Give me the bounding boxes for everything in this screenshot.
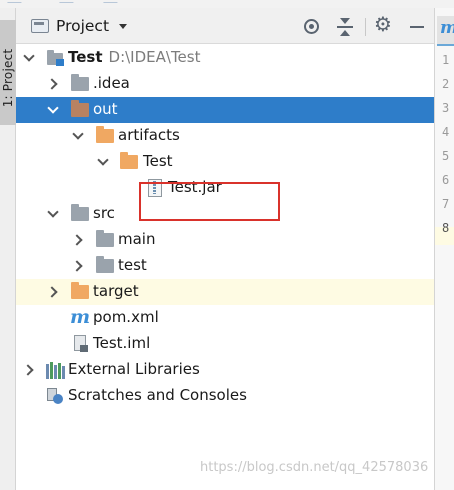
annotation-highlight-box (139, 182, 280, 221)
chevron-down-icon[interactable] (119, 24, 127, 29)
library-icon (46, 362, 66, 379)
chevron-right-icon[interactable] (21, 363, 35, 377)
tree-label-target: target (93, 282, 139, 300)
collapse-icon (337, 26, 353, 28)
tree-label-main: main (118, 230, 156, 248)
project-tool-tab-label: 1: Project (1, 48, 15, 108)
excluded-folder-icon (71, 100, 89, 117)
chevron-down-icon[interactable] (70, 129, 84, 143)
project-folder-icon (31, 19, 49, 33)
folder-icon (96, 230, 114, 247)
scratches-icon (44, 386, 64, 406)
tree-label-iml: Test.iml (93, 334, 151, 352)
chevron-right-icon[interactable] (45, 285, 59, 299)
chevron-right-icon[interactable] (70, 259, 84, 273)
line-number: 8 (442, 221, 450, 235)
gear-icon: ⚙ (374, 12, 392, 36)
breadcrumb-separator (103, 0, 119, 3)
excluded-folder-icon (71, 282, 89, 299)
module-icon (47, 50, 65, 66)
tree-row-external-libraries[interactable]: External Libraries (16, 357, 434, 383)
collapse-all-button[interactable] (335, 17, 355, 37)
tree-row-artifact-test[interactable]: Test (16, 149, 434, 175)
breadcrumb-separator (7, 0, 23, 3)
tree-label-pom: pom.xml (93, 308, 159, 326)
project-panel: Project ⚙ Test D:\IDEA\Test .idea out ar… (16, 8, 434, 490)
maven-icon: m (70, 306, 91, 328)
excluded-folder-icon (96, 126, 114, 143)
tree-label-idea: .idea (93, 74, 130, 92)
locate-file-button[interactable] (302, 17, 322, 37)
maven-icon: m (440, 18, 454, 38)
tree-row-artifacts[interactable]: artifacts (16, 123, 434, 149)
tree-label-test: test (118, 256, 147, 274)
chevron-down-icon[interactable] (45, 103, 59, 117)
project-tool-tab[interactable]: 1: Project (0, 20, 16, 125)
tree-label-src: src (93, 204, 115, 222)
chevron-right-icon[interactable] (45, 77, 59, 91)
tree-label-artifacts: artifacts (118, 126, 180, 144)
breadcrumb-separator (59, 0, 75, 3)
tree-row-iml[interactable]: Test.iml (16, 331, 434, 357)
project-view-title[interactable]: Project (56, 17, 109, 35)
line-number: 4 (442, 125, 450, 139)
tree-row-out[interactable]: out (16, 97, 434, 123)
iml-file-icon (74, 335, 89, 353)
tree-row-scratches[interactable]: Scratches and Consoles (16, 383, 434, 409)
root-name: Test (68, 48, 103, 66)
line-number: 6 (442, 173, 450, 187)
watermark: https://blog.csdn.net/qq_42578036 (200, 460, 429, 475)
tree-row-root[interactable]: Test D:\IDEA\Test (16, 45, 434, 71)
left-tool-strip: 1: Project (0, 8, 16, 490)
editor-gutter: m 1 2 3 4 5 6 7 8 (434, 8, 454, 490)
settings-button[interactable]: ⚙ (374, 12, 394, 37)
tree-label-external-libraries: External Libraries (68, 360, 200, 378)
hide-panel-button[interactable] (407, 17, 427, 37)
excluded-folder-icon (120, 152, 138, 169)
chevron-down-icon[interactable] (95, 155, 109, 169)
folder-icon (71, 204, 89, 221)
header-divider (365, 18, 366, 36)
chevron-down-icon[interactable] (21, 51, 35, 65)
line-number: 1 (442, 53, 450, 67)
line-number: 2 (442, 77, 450, 91)
top-strip (0, 0, 454, 8)
tree-row-target[interactable]: target (16, 279, 434, 305)
tree-row-main[interactable]: main (16, 227, 434, 253)
tree-label-artifact-test: Test (143, 152, 173, 170)
folder-icon (71, 74, 89, 91)
project-panel-header: Project ⚙ (16, 8, 434, 44)
tree-row-test[interactable]: test (16, 253, 434, 279)
line-number: 7 (442, 197, 450, 211)
line-number: 3 (442, 101, 450, 115)
editor-tab[interactable]: m (437, 16, 454, 46)
chevron-down-icon[interactable] (45, 207, 59, 221)
tree-row-pom[interactable]: m pom.xml (16, 305, 434, 331)
chevron-right-icon[interactable] (70, 233, 84, 247)
folder-icon (96, 256, 114, 273)
minimize-icon (410, 26, 424, 28)
tree-row-idea[interactable]: .idea (16, 71, 434, 97)
line-number: 5 (442, 149, 450, 163)
root-path: D:\IDEA\Test (108, 48, 201, 66)
tree-label-out: out (93, 100, 118, 118)
tree-label-scratches: Scratches and Consoles (68, 386, 247, 404)
